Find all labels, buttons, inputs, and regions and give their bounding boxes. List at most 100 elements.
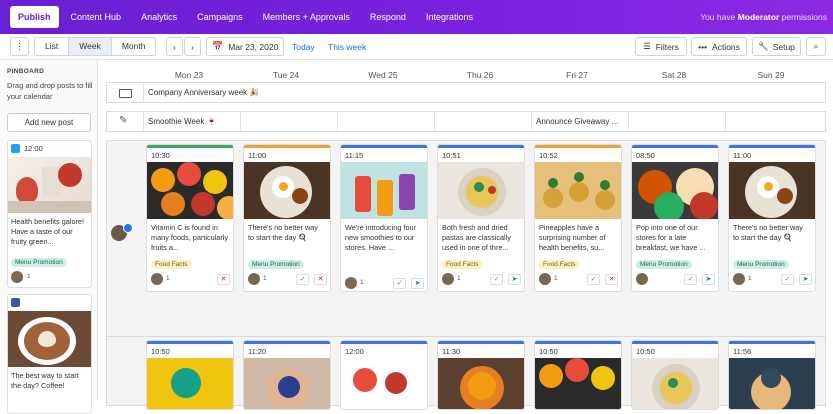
post-card[interactable]: 10:30 Vitamin C is found in many foods, p… xyxy=(146,144,234,292)
approve-icon[interactable]: ✓ xyxy=(296,274,309,285)
image-count: 1 xyxy=(27,273,31,280)
event-company-anniversary[interactable]: Company Anniversary week 🎉 xyxy=(143,83,825,102)
pencil-icon: ✎ xyxy=(119,115,128,126)
reject-icon[interactable]: ✕ xyxy=(217,274,230,285)
setup-button[interactable]: 🔧 Setup xyxy=(752,37,801,56)
send-icon[interactable]: ➤ xyxy=(702,274,715,285)
note-empty[interactable] xyxy=(628,112,725,131)
pinboard-post-header: 12:00 xyxy=(8,141,91,157)
post-text: Both fresh and dried pastas are classica… xyxy=(442,223,511,252)
view-list-button[interactable]: List xyxy=(35,38,70,55)
note-empty[interactable] xyxy=(725,112,825,131)
tab-content-hub[interactable]: Content Hub xyxy=(63,6,130,28)
post-card[interactable]: 11:15 We're introducing four new smoothie… xyxy=(340,144,428,292)
header-row-events: Company Anniversary week 🎉 xyxy=(106,82,826,103)
tab-analytics[interactable]: Analytics xyxy=(133,6,185,28)
send-icon[interactable]: ➤ xyxy=(411,278,424,289)
avatar xyxy=(539,273,551,285)
pinboard-post-card[interactable]: 12:00 Health benefits galore! Have a tas… xyxy=(7,140,92,288)
approve-icon[interactable]: ✓ xyxy=(684,274,697,285)
send-icon[interactable]: ➤ xyxy=(799,274,812,285)
filters-label: Filters xyxy=(655,41,679,52)
note-smoothie-week[interactable]: Smoothie Week 🍷 xyxy=(143,112,240,131)
top-navigation: Publish Content Hub Analytics Campaigns … xyxy=(0,0,833,34)
post-image xyxy=(632,162,718,219)
post-tag: Food Facts xyxy=(539,260,580,269)
note-announce-giveaway[interactable]: Announce Giveaway ... xyxy=(531,112,628,131)
post-card[interactable]: 11:00 There's no better way to start the … xyxy=(243,144,331,292)
post-time: 11:20 xyxy=(248,347,267,356)
permission-notice: You have Moderator permissions xyxy=(700,0,827,34)
pinboard-post-image xyxy=(8,311,91,367)
actions-label: Actions xyxy=(712,41,740,52)
post-time: 10:51 xyxy=(442,151,461,160)
note-empty[interactable] xyxy=(434,112,531,131)
actions-button[interactable]: ••• Actions xyxy=(691,37,747,56)
post-text: Vitamin C is found in many foods, partic… xyxy=(151,223,229,252)
image-count: 1 xyxy=(360,279,364,286)
post-tag: Menu Promotion xyxy=(636,260,692,269)
setup-label: Setup xyxy=(772,41,795,52)
post-image xyxy=(341,358,427,409)
post-tag: Menu Promotion xyxy=(248,260,304,269)
post-footer: 1 ✓ ✕ xyxy=(535,271,621,288)
post-time: 12:00 xyxy=(345,347,364,356)
pinboard-sidebar: PINBOARD Drag and drop posts to fill you… xyxy=(0,60,98,414)
post-card[interactable]: 11:00 There's no better way to start the … xyxy=(728,144,816,292)
approve-icon[interactable]: ✓ xyxy=(587,274,600,285)
send-icon[interactable]: ➤ xyxy=(508,274,521,285)
tab-publish[interactable]: Publish xyxy=(10,6,59,28)
post-image xyxy=(438,358,524,409)
facebook-icon xyxy=(11,298,20,307)
filters-button[interactable]: ☰ Filters xyxy=(635,37,687,56)
add-new-post-button[interactable]: Add new post xyxy=(7,113,91,132)
post-time: 10:50 xyxy=(151,347,170,356)
more-horizontal-icon: ••• xyxy=(698,41,708,52)
note-empty[interactable] xyxy=(240,112,337,131)
facebook-icon xyxy=(123,223,133,233)
approve-icon[interactable]: ✓ xyxy=(490,274,503,285)
post-card[interactable]: 10:51 Both fresh and dried pastas are cla… xyxy=(437,144,525,292)
calendar-icon: 📅 xyxy=(212,41,224,51)
twitter-icon xyxy=(11,144,20,153)
post-footer: 1 ✓ ➤ xyxy=(341,275,427,291)
more-vertical-icon[interactable]: ⋮ xyxy=(10,37,29,56)
tab-respond[interactable]: Respond xyxy=(362,6,414,28)
tab-members-approvals[interactable]: Members + Approvals xyxy=(255,6,358,28)
view-month-button[interactable]: Month xyxy=(111,38,156,55)
post-tag: Food Facts xyxy=(442,260,483,269)
date-picker[interactable]: 📅 Mar 23, 2020 xyxy=(206,37,284,56)
this-week-link[interactable]: This week xyxy=(328,42,366,52)
pinboard-post-card[interactable]: The best way to start the day? Coffee! xyxy=(7,294,92,414)
reject-icon[interactable]: ✕ xyxy=(314,274,327,285)
reject-icon[interactable]: ✕ xyxy=(605,274,618,285)
post-time: 11:00 xyxy=(248,151,267,160)
post-image xyxy=(341,162,427,219)
today-link[interactable]: Today xyxy=(292,42,315,52)
avatar xyxy=(345,277,357,289)
tab-integrations[interactable]: Integrations xyxy=(418,6,481,28)
avatar xyxy=(733,273,745,285)
calendar-event-icon xyxy=(119,89,132,98)
pinboard-post-footer: 1 xyxy=(8,269,91,286)
week-calendar: Mon 23 Tue 24 Wed 25 Thu 26 Fri 27 Sat 28 Sun … xyxy=(98,60,833,410)
image-count: 1 xyxy=(263,275,267,282)
tab-campaigns[interactable]: Campaigns xyxy=(189,6,251,28)
approve-icon[interactable]: ✓ xyxy=(781,274,794,285)
search-icon[interactable]: ⌕ xyxy=(806,37,826,56)
pinboard-post-text: The best way to start the day? Coffee! xyxy=(11,371,79,390)
post-footer: 1 ✓ ➤ xyxy=(729,271,815,288)
post-card[interactable]: 10:52 Pineapples have a surprising number… xyxy=(534,144,622,292)
post-image xyxy=(632,358,718,409)
post-text: Pineapples have a surprising number of h… xyxy=(539,223,606,252)
post-tag: Food Facts xyxy=(151,260,192,269)
approve-icon[interactable]: ✓ xyxy=(393,278,406,289)
avatar xyxy=(636,273,648,285)
post-time: 10:52 xyxy=(539,151,558,160)
previous-week-button[interactable]: ‹ xyxy=(166,37,183,56)
next-week-button[interactable]: › xyxy=(184,37,201,56)
note-empty[interactable] xyxy=(337,112,434,131)
post-card[interactable]: 08:50 Pop into one of our stores for a la… xyxy=(631,144,719,292)
view-week-button[interactable]: Week xyxy=(69,38,112,55)
pinboard-title: PINBOARD xyxy=(7,68,45,75)
